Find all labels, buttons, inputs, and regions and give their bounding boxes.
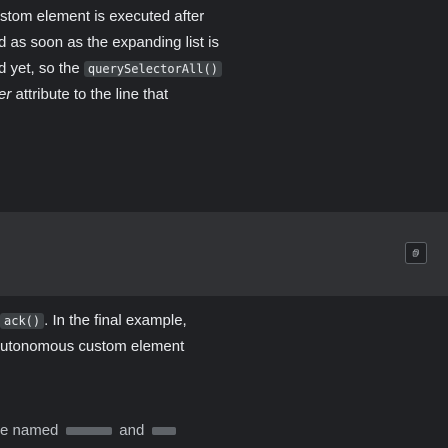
inline-code-placeholder [65, 427, 112, 435]
paragraph-text: er [0, 86, 12, 103]
inline-code: querySelectorAll() [83, 61, 222, 77]
inline-code: ack() [0, 313, 45, 329]
article-content: stom element is executed after d as soon… [0, 0, 448, 448]
inline-code-placeholder [151, 427, 176, 435]
paragraph-line: utonomous custom element [0, 338, 185, 355]
truncated-line: e named and [0, 418, 448, 448]
paragraph-text: attribute to the line that [11, 86, 169, 103]
paragraph-text: d yet, so the [0, 60, 84, 77]
code-block [0, 212, 448, 296]
paragraph-line: ack(). In the final example, [0, 308, 448, 334]
truncated-text: and [119, 422, 145, 439]
article-paragraph: ack(). In the final example, utonomous c… [0, 308, 448, 360]
paragraph-line: stom element is executed after [0, 8, 205, 25]
truncated-text: e named [0, 422, 59, 439]
copy-icon [412, 249, 419, 257]
paragraph-line: d as soon as the expanding list is [0, 34, 219, 51]
paragraph-line: d yet, so the querySelectorAll() [0, 56, 448, 82]
paragraph-text: . In the final example, [44, 312, 187, 329]
paragraph-line: er attribute to the line that [0, 82, 448, 108]
copy-code-button[interactable] [405, 242, 427, 264]
article-paragraph: stom element is executed after d as soon… [0, 4, 448, 108]
